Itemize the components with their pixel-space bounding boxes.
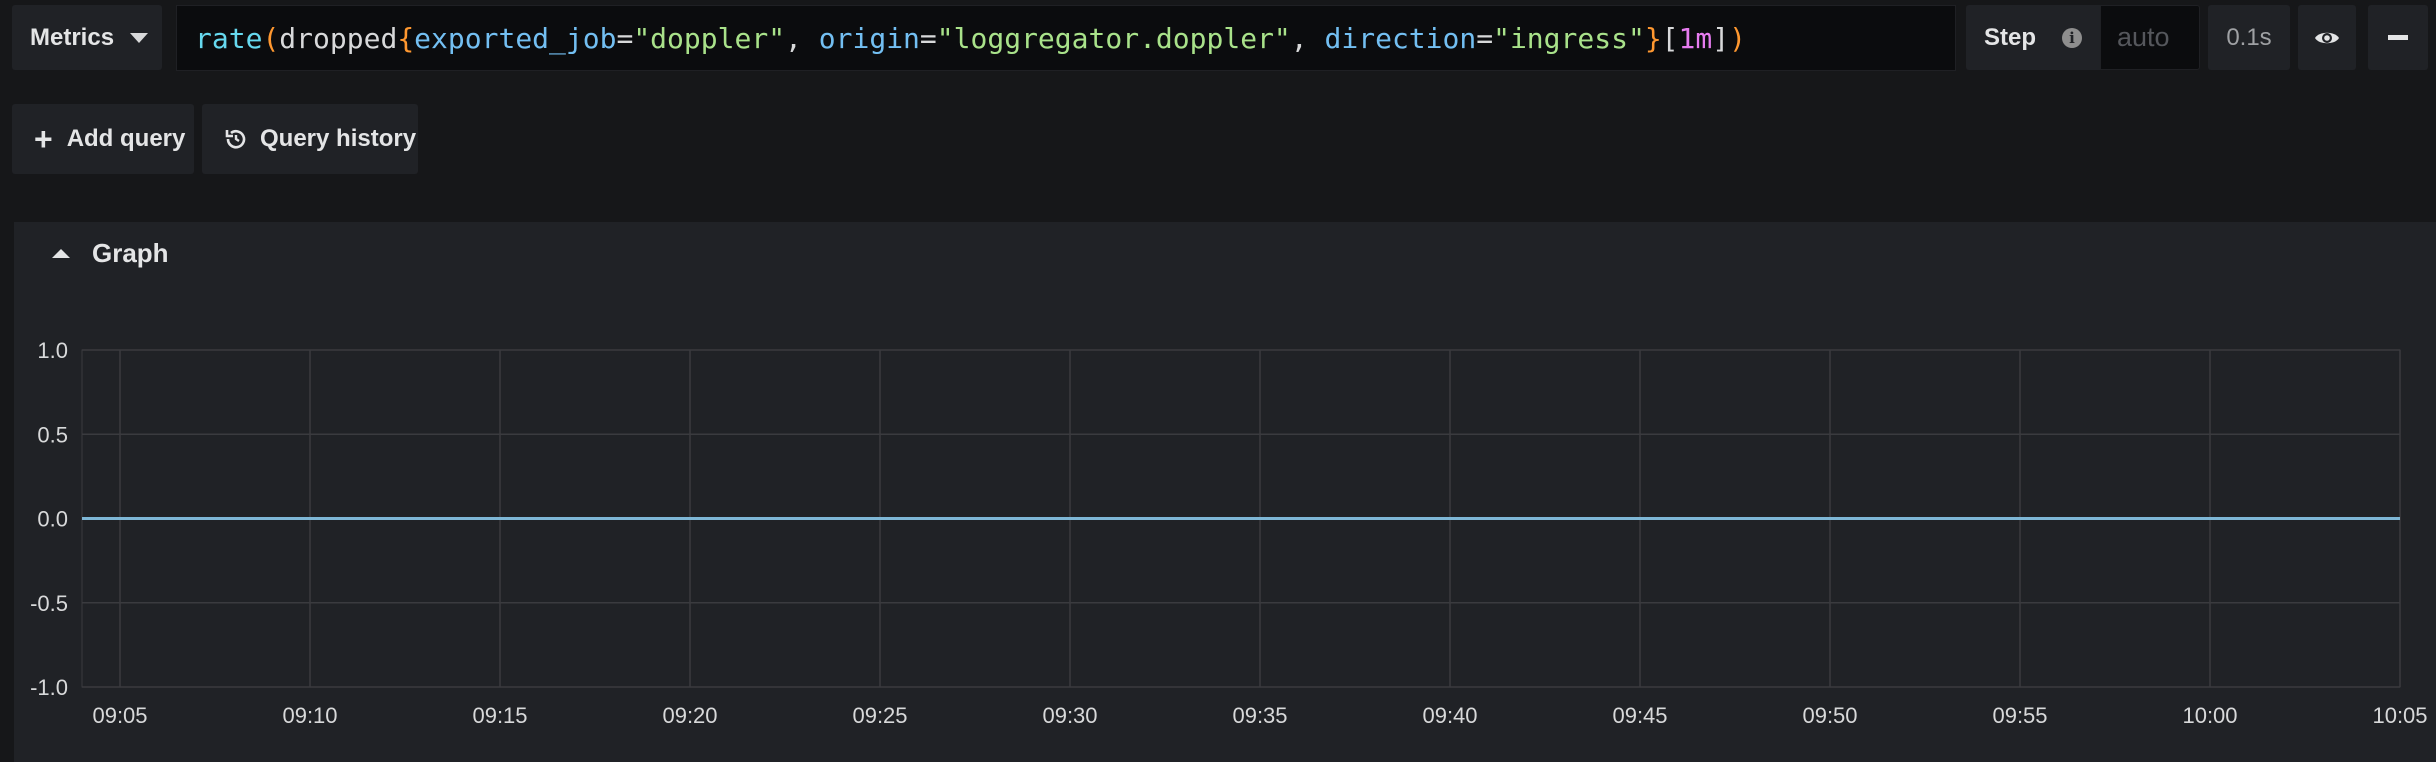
x-tick-label: 10:00 — [2182, 703, 2237, 728]
x-tick-label: 09:55 — [1992, 703, 2047, 728]
y-tick-label: -0.5 — [30, 591, 68, 616]
query-timing: 0.1s — [2208, 5, 2290, 70]
x-tick-label: 09:05 — [92, 703, 147, 728]
query-token: , — [785, 21, 819, 55]
query-token: } — [1644, 21, 1662, 55]
minus-icon — [2388, 35, 2408, 40]
query-token: , — [1290, 21, 1325, 55]
x-tick-label: 09:20 — [662, 703, 717, 728]
query-token: ) — [1729, 21, 1746, 55]
query-token: 1m — [1678, 21, 1713, 55]
x-tick-label: 09:25 — [852, 703, 907, 728]
y-tick-label: 0.0 — [37, 507, 68, 532]
query-token: rate — [195, 21, 263, 55]
step-label-box: Step i — [1966, 5, 2100, 70]
query-input[interactable]: rate(dropped{exported_job = "doppler", ori… — [176, 5, 1956, 71]
x-tick-label: 09:35 — [1232, 703, 1287, 728]
add-query-button[interactable]: + Add query — [12, 104, 194, 174]
metrics-dropdown-button[interactable]: Metrics — [12, 5, 162, 70]
toggle-visibility-button[interactable] — [2298, 5, 2356, 70]
metrics-label: Metrics — [30, 23, 115, 51]
y-tick-label: -1.0 — [30, 675, 68, 700]
history-icon — [224, 127, 248, 151]
add-query-label: Add query — [66, 125, 186, 152]
query-token: = — [1476, 21, 1494, 55]
query-token: = — [919, 21, 937, 55]
step-label: Step — [1984, 23, 2037, 51]
query-token: ] — [1712, 21, 1730, 55]
graph-panel: Graph 1.0 0.5 0.0 -0.5 -1.0 09:05 09:10 09:15 09… — [14, 222, 2436, 762]
x-tick-label: 09:30 — [1042, 703, 1097, 728]
query-token: exported_job — [414, 21, 617, 55]
query-history-button[interactable]: Query history — [202, 104, 418, 174]
query-history-label: Query history — [260, 125, 417, 152]
query-token: = — [616, 21, 634, 55]
step-input[interactable]: auto — [2100, 5, 2200, 70]
query-token: "loggregator.doppler" — [936, 21, 1291, 55]
y-tick-label: 1.0 — [37, 338, 68, 363]
plus-icon: + — [34, 121, 53, 157]
x-tick-label: 10:05 — [2372, 703, 2427, 728]
query-token: "doppler" — [633, 21, 786, 55]
remove-query-button[interactable] — [2368, 5, 2428, 70]
graph-chart: 1.0 0.5 0.0 -0.5 -1.0 09:05 09:10 09:15 09:20 09:… — [30, 338, 2427, 728]
query-token: direction — [1324, 21, 1477, 55]
step-control: Step i auto — [1966, 5, 2200, 70]
query-token: { — [397, 21, 415, 55]
info-icon[interactable]: i — [2062, 27, 2083, 48]
query-token: dropped — [279, 21, 398, 55]
query-token: origin — [818, 21, 920, 55]
x-tick-label: 09:15 — [472, 703, 527, 728]
caret-down-icon — [130, 32, 149, 43]
query-token: ( — [262, 21, 280, 55]
query-token: "ingress" — [1493, 21, 1645, 55]
x-tick-label: 09:45 — [1612, 703, 1667, 728]
timing-value: 0.1s — [2226, 23, 2272, 51]
query-token: [ — [1661, 21, 1679, 55]
x-tick-label: 09:50 — [1802, 703, 1857, 728]
x-tick-label: 09:40 — [1422, 703, 1477, 728]
x-tick-label: 09:10 — [282, 703, 337, 728]
y-tick-label: 0.5 — [37, 422, 68, 447]
eye-icon — [2315, 32, 2339, 43]
step-placeholder: auto — [2117, 22, 2170, 52]
